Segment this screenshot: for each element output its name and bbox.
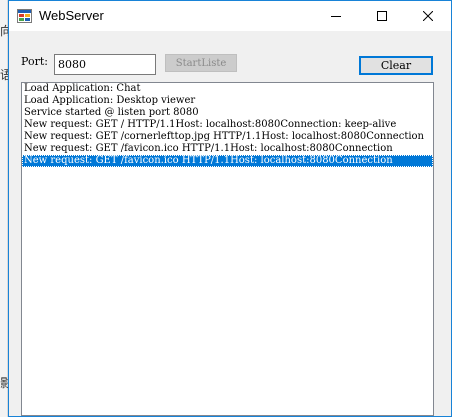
log-line-selected[interactable]: New request: GET /favicon.ico HTTP/1.1Ho… xyxy=(22,155,433,167)
log-line[interactable]: Service started @ listen port 8080 xyxy=(22,107,433,119)
client-area: Port: StartListe Clear Load Application:… xyxy=(9,31,451,416)
clear-button[interactable]: Clear xyxy=(359,56,433,75)
maximize-icon xyxy=(377,11,387,21)
minimize-icon xyxy=(331,16,341,17)
background-window: 向 语 影 xyxy=(0,0,8,417)
webserver-window: WebServer Port: StartListe Clear Load Ap… xyxy=(8,0,452,417)
title-bar[interactable]: WebServer xyxy=(9,1,451,31)
webserver-app-icon[interactable] xyxy=(17,9,32,23)
log-listbox[interactable]: Load Application: Chat Load Application:… xyxy=(21,82,434,416)
background-text-fragment: 向 xyxy=(0,24,8,38)
port-label: Port: xyxy=(21,55,48,68)
port-input[interactable] xyxy=(54,54,156,75)
log-line[interactable]: New request: GET /cornerlefttop.jpg HTTP… xyxy=(22,131,433,143)
log-line[interactable]: Load Application: Desktop viewer xyxy=(22,95,433,107)
log-line[interactable]: New request: GET / HTTP/1.1Host: localho… xyxy=(22,119,433,131)
window-title: WebServer xyxy=(39,8,104,23)
log-line[interactable]: New request: GET /favicon.ico HTTP/1.1Ho… xyxy=(22,143,433,155)
background-text-fragment: 语 xyxy=(0,68,8,82)
background-text-fragment: 影 xyxy=(0,376,8,390)
minimize-button[interactable] xyxy=(313,1,359,31)
start-listen-button[interactable]: StartListe xyxy=(165,54,237,72)
close-button[interactable] xyxy=(405,1,451,31)
log-line[interactable]: Load Application: Chat xyxy=(22,83,433,95)
maximize-button[interactable] xyxy=(359,1,405,31)
close-icon xyxy=(423,11,433,21)
